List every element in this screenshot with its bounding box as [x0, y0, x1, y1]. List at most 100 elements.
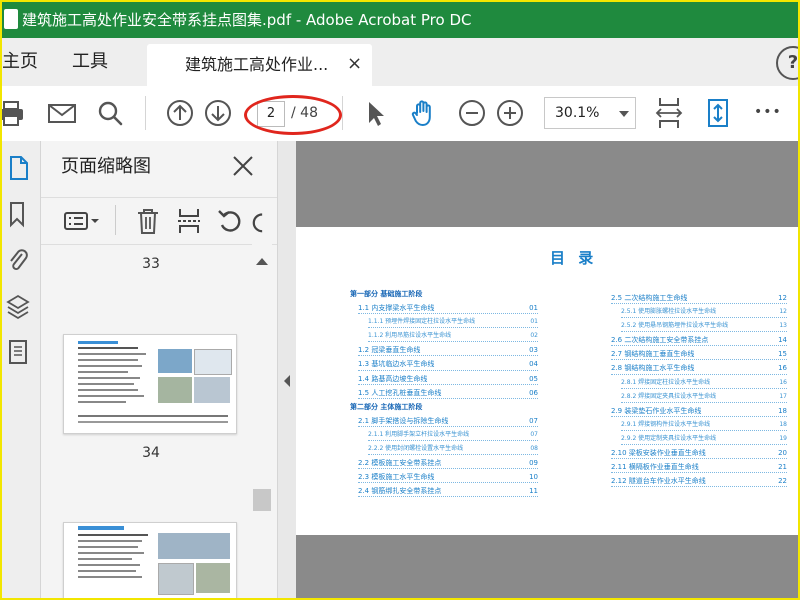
zoom-dropdown[interactable]: 30.1% — [544, 97, 636, 129]
print-button[interactable] — [2, 96, 28, 130]
toc-entry[interactable]: 2.1 脚手架搭设与拆除生命线 07 — [350, 415, 538, 430]
scroll-up-arrow-icon[interactable] — [256, 258, 268, 265]
attachments-nav[interactable] — [4, 245, 32, 275]
toc-entry-page: 16 — [776, 363, 787, 374]
toc-entry-title: 2.7 钢结构施工垂直生命线 — [611, 350, 697, 359]
toc-entry[interactable]: 2.5.2 使用悬吊钢筋埋件拉设水平生命线 13 — [603, 321, 787, 335]
rotate-page-button[interactable] — [213, 204, 247, 238]
toc-entry[interactable]: 2.9 装梁垫石作业水平生命线 18 — [603, 405, 787, 420]
toc-entry[interactable]: 2.10 梁板安装作业垂直生命线 20 — [603, 448, 787, 462]
toc-entry[interactable]: 2.2.2 使用封闭螺栓设置水平生命线 08 — [350, 444, 538, 458]
email-button[interactable] — [45, 96, 79, 130]
toc-entry-page: 18 — [776, 405, 787, 416]
layers-nav[interactable] — [4, 291, 32, 321]
toc-entry-title: 2.8.2 焊接固定夹具拉设水平生命线 — [621, 392, 719, 400]
toc-entry[interactable]: 2.9.2 使用定制夹具拉设水平生命线 19 — [603, 433, 787, 448]
toc-title: 目 录 — [550, 249, 598, 267]
rotate-clockwise-button[interactable] — [251, 204, 277, 238]
toc-entry[interactable]: 2.2 模板施工安全带系挂点 09 — [350, 458, 538, 472]
panel-splitter[interactable] — [277, 141, 296, 598]
toc-entry[interactable]: 2.8.2 焊接固定夹具拉设水平生命线 17 — [603, 391, 787, 406]
content-nav[interactable] — [4, 337, 32, 367]
thumbnail-scrollbar[interactable] — [252, 244, 272, 598]
close-panel-button[interactable] — [231, 151, 255, 181]
toc-entry[interactable]: 1.2 冠梁垂直生命线 03 — [350, 345, 538, 359]
toc-leader-dots — [611, 303, 787, 305]
toc-entry[interactable]: 2.12 隧道台车作业水平生命线 22 — [603, 476, 787, 490]
help-button[interactable]: ? — [776, 46, 798, 80]
scrollbar-thumb[interactable] — [253, 489, 271, 511]
toc-entry-page: 10 — [527, 472, 538, 483]
thumbnail-page-34[interactable] — [63, 334, 237, 434]
toc-entry[interactable]: 1.3 基坑临边水平生命线 04 — [350, 359, 538, 373]
toc-entry[interactable]: 第二部分 主体施工阶段 — [350, 402, 538, 416]
toc-entry-title: 2.10 梁板安装作业垂直生命线 — [611, 449, 708, 458]
document-viewer[interactable]: 目 录 第一部分 基础施工阶段 1.1 内支撑梁水平生命线 01 1.1.1 预埋件焊… — [296, 141, 798, 598]
thumbnail-options-button[interactable] — [61, 204, 105, 238]
toc-entry[interactable]: 2.1.1 利用脚手架立杆拉设水平生命线 07 — [350, 429, 538, 444]
hand-icon — [411, 100, 431, 126]
close-icon — [233, 156, 253, 176]
toc-entry-page: 01 — [527, 303, 538, 314]
document-tab[interactable]: 建筑施工高处作业... × — [147, 44, 372, 86]
toc-entry[interactable]: 2.7 钢结构施工垂直生命线 15 — [603, 349, 787, 363]
list-options-icon — [64, 212, 99, 230]
toc-entry[interactable]: 2.5.1 使用膨胀螺栓拉设水平生命线 12 — [603, 307, 787, 321]
print-icon — [2, 101, 23, 126]
thumbnail-page-35[interactable] — [63, 522, 237, 598]
toc-leader-dots — [358, 397, 538, 399]
insert-page-button[interactable] — [172, 204, 206, 238]
toc-entry[interactable]: 2.4 钢筋绑扎安全带系挂点 11 — [350, 486, 538, 500]
toc-entry[interactable]: 2.8.1 焊接固定柱拉设水平生命线 16 — [603, 377, 787, 392]
toc-entry[interactable]: 2.11 横隔板作业垂直生命线 21 — [603, 462, 787, 476]
page-rotate-icon — [708, 99, 728, 127]
previous-page-button[interactable] — [163, 96, 197, 130]
search-button[interactable] — [93, 96, 127, 130]
close-tab-button[interactable]: × — [347, 53, 362, 75]
more-tools-button[interactable]: ••• — [754, 102, 782, 122]
toc-entry[interactable]: 1.5 人工挖孔桩垂直生命线 06 — [350, 387, 538, 402]
toolbar-divider — [342, 96, 343, 130]
toc-entry-title: 1.1.2 利用吊筋拉设水平生命线 — [368, 332, 454, 340]
split-page-icon — [178, 209, 200, 233]
toc-entry[interactable]: 1.1.1 预埋件焊接固定柱拉设水平生命线 01 — [350, 317, 538, 331]
toc-entry-title: 1.4 路基高边坡生命线 — [358, 374, 430, 383]
plus-circle-icon — [497, 100, 523, 126]
zoom-out-button[interactable] — [455, 96, 489, 130]
hand-tool-button[interactable] — [406, 96, 440, 130]
toc-left-column: 第一部分 基础施工阶段 1.1 内支撑梁水平生命线 01 1.1.1 预埋件焊接固定柱… — [350, 289, 538, 500]
toc-leader-dots — [621, 401, 787, 403]
tools-menu[interactable]: 工具 — [72, 50, 108, 74]
toc-leader-dots — [358, 355, 538, 357]
toc-entry-title: 1.5 人工挖孔桩垂直生命线 — [358, 388, 444, 397]
toc-entry[interactable]: 2.9.1 焊接钢构件拉设水平生命线 18 — [603, 419, 787, 434]
toc-entry-page: 06 — [527, 387, 538, 398]
collapse-panel-arrow-icon[interactable] — [284, 375, 290, 387]
toc-entry-title: 2.9 装梁垫石作业水平生命线 — [611, 406, 704, 415]
paperclip-icon — [10, 249, 28, 270]
toc-entry[interactable]: 2.3 模板施工水平生命线 10 — [350, 472, 538, 486]
page-thumbnails-nav[interactable] — [4, 153, 32, 183]
toc-entry[interactable]: 2.6 二次结构施工安全带系挂点 14 — [603, 335, 787, 349]
toc-entry[interactable]: 第一部分 基础施工阶段 — [350, 289, 538, 303]
toc-entry-page: 20 — [776, 448, 787, 459]
select-tool-button[interactable] — [358, 96, 392, 130]
home-menu[interactable]: 主页 — [2, 50, 38, 74]
next-page-button[interactable] — [201, 96, 235, 130]
toc-entry[interactable]: 2.5 二次结构施工生命线 12 — [603, 293, 787, 307]
toc-leader-dots — [621, 429, 787, 431]
zoom-in-button[interactable] — [493, 96, 527, 130]
rotate-view-button[interactable] — [701, 96, 735, 130]
delete-page-button[interactable] — [131, 204, 165, 238]
toc-entry[interactable]: 1.1 内支撑梁水平生命线 01 — [350, 303, 538, 317]
toc-entry-page: 14 — [776, 335, 787, 346]
toc-entry[interactable]: 2.8 钢结构施工水平生命线 16 — [603, 363, 787, 377]
toc-entry-title: 1.1 内支撑梁水平生命线 — [358, 304, 437, 313]
toc-entry-title: 2.1 脚手架搭设与拆除生命线 — [358, 416, 451, 425]
fit-page-button[interactable] — [652, 96, 686, 130]
bookmarks-nav[interactable] — [4, 199, 32, 229]
toc-entry[interactable]: 1.1.2 利用吊筋拉设水平生命线 02 — [350, 331, 538, 345]
toc-leader-dots — [358, 383, 538, 385]
page-thumbnails-panel: 页面缩略图 33 34 — [41, 141, 277, 598]
toc-entry[interactable]: 1.4 路基高边坡生命线 05 — [350, 373, 538, 388]
